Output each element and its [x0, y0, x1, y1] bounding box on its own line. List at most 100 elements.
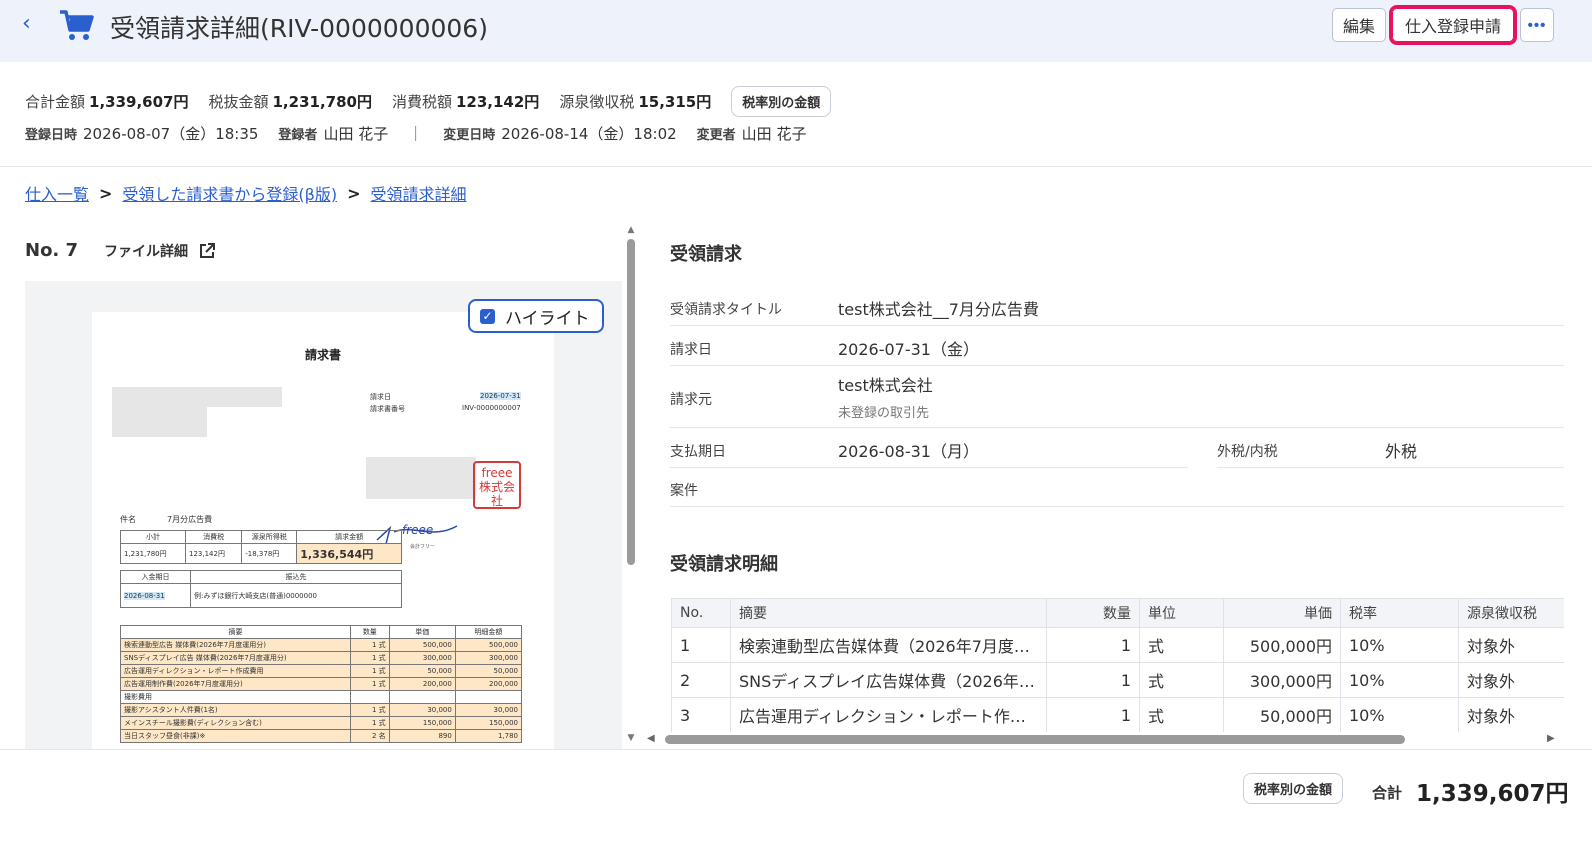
- invoice-details-section-title: 受領請求明細: [670, 554, 778, 575]
- pretax-amount-label: 税抜金額: [208, 93, 269, 111]
- doc-totals-header: 小計: [119, 530, 187, 544]
- breadcrumb-purchase-list[interactable]: 仕入一覧: [25, 181, 89, 205]
- purchase-registration-request-button[interactable]: 仕入登録申請: [1389, 5, 1517, 45]
- file-detail-link[interactable]: ファイル詳細: [104, 241, 216, 261]
- doc-item-cell: [454, 690, 523, 704]
- doc-items-header: 摘要: [120, 625, 351, 639]
- doc-number-label: 請求書番号: [370, 405, 405, 413]
- invoice-date-label: 請求日: [670, 342, 712, 358]
- doc-item-cell: 広告運用制作費(2026年7月度運用分): [120, 677, 351, 691]
- tax-amount-label: 消費税額: [391, 93, 452, 111]
- table-cell: 1: [1046, 697, 1140, 732]
- tax-mode-label: 外税/内税: [1217, 444, 1278, 460]
- table-cell: 2: [671, 662, 731, 698]
- doc-item-cell: 当日スタッフ昼食(非課)※: [120, 729, 351, 743]
- vendor-value: test株式会社: [838, 376, 933, 395]
- creator-label: 登録者: [278, 128, 318, 143]
- more-options-button[interactable]: •••: [1520, 8, 1554, 42]
- project-label: 案件: [670, 483, 698, 499]
- breadcrumb-received-invoice-detail[interactable]: 受領請求詳細: [371, 181, 467, 205]
- vendor-unregistered-note: 未登録の取引先: [838, 406, 930, 421]
- doc-items-header: 明細金額: [454, 625, 523, 639]
- table-cell: 3: [671, 697, 731, 732]
- doc-item-cell: 30,000: [388, 703, 456, 717]
- details-horizontal-scrollbar[interactable]: ◀ ▶: [645, 733, 1565, 747]
- scroll-down-arrow-icon[interactable]: ▼: [625, 733, 637, 743]
- table-cell: 広告運用ディレクション・レポート作成費用: [730, 697, 1047, 732]
- field-row-project: 案件: [670, 468, 1564, 507]
- back-chevron-icon[interactable]: ‹: [22, 13, 44, 35]
- table-row[interactable]: 1 検索連動型広告媒体費（2026年7月度運用分） 1 式 500,000円 10% 対象外: [671, 627, 1564, 663]
- table-cell: 10%: [1340, 697, 1459, 732]
- table-cell: 対象外: [1458, 627, 1564, 663]
- breadcrumb-register-from-invoice[interactable]: 受領した請求書から登録(β版): [122, 181, 337, 205]
- checkbox-checked-icon[interactable]: ✓: [480, 308, 495, 324]
- preview-vertical-scrollbar[interactable]: ▲ ▼: [625, 225, 637, 745]
- field-row-title: 受領請求タイトル test株式会社__7月分広告費: [670, 290, 1564, 326]
- created-at-label: 登録日時: [25, 128, 78, 143]
- signature-sub-text: 会計フリー: [410, 543, 435, 550]
- scrollbar-thumb[interactable]: [665, 735, 1405, 744]
- company-seal-stamp: freee 株式会社: [473, 461, 521, 509]
- tax-mode-value: 外税: [1385, 442, 1418, 461]
- table-row[interactable]: 3 広告運用ディレクション・レポート作成費用 1 式 50,000円 10% 対象外: [671, 697, 1564, 732]
- col-header-unit: 単位: [1139, 598, 1224, 628]
- highlight-toggle[interactable]: ✓ ハイライト: [468, 299, 604, 333]
- updater-value: 山田 花子: [741, 125, 807, 143]
- details-header-row: No. 摘要 数量 単位 単価 税率 源泉徴収税: [671, 598, 1564, 628]
- scroll-left-arrow-icon[interactable]: ◀: [647, 733, 655, 744]
- page-title: 受領請求詳細(RIV-0000000006): [110, 14, 488, 43]
- doc-item-cell: [350, 690, 390, 704]
- doc-item-cell: 広告運用ディレクション・レポート作成費用: [120, 664, 351, 678]
- table-cell: 300,000円: [1223, 662, 1341, 698]
- doc-item-cell: 撮影費用: [120, 690, 351, 704]
- table-cell: 式: [1139, 662, 1224, 698]
- meta-separator: ｜: [408, 125, 424, 143]
- doc-item-cell: 30,000: [454, 703, 523, 717]
- doc-totals-header: 消費税: [185, 530, 243, 544]
- table-cell: 検索連動型広告媒体費（2026年7月度運用分）: [730, 627, 1047, 663]
- footer-divider: [0, 749, 1592, 750]
- doc-payment-header: 入金期日: [120, 570, 191, 584]
- redacted-block: [112, 387, 282, 407]
- scroll-up-arrow-icon[interactable]: ▲: [625, 225, 637, 235]
- highlight-label: ハイライト: [505, 308, 590, 329]
- due-date-label: 支払期日: [670, 444, 726, 460]
- updated-at-value: 2026-08-14（金）18:02: [501, 125, 677, 143]
- invoice-document: 請求書 請求日 2026-07-31 請求書番号 INV-0000000007 …: [92, 312, 554, 749]
- amount-by-tax-rate-button[interactable]: 税率別の金額: [731, 86, 832, 117]
- doc-item-row: 広告運用制作費(2026年7月度運用分) 1 式 200,000 200,000: [120, 677, 523, 691]
- doc-item-cell: [388, 690, 456, 704]
- doc-item-cell: 200,000: [388, 677, 456, 691]
- doc-items-header: 単価: [388, 625, 456, 639]
- doc-item-row: 広告運用ディレクション・レポート作成費用 1 式 50,000 50,000: [120, 664, 523, 678]
- doc-subject-label: 件名: [120, 515, 136, 524]
- chevron-right-icon: >: [99, 183, 113, 203]
- doc-item-row: 撮影費用: [120, 690, 523, 704]
- edit-button[interactable]: 編集: [1332, 8, 1386, 42]
- doc-item-cell: 1,780: [454, 729, 523, 743]
- table-cell: 1: [1046, 662, 1140, 698]
- created-at-value: 2026-08-07（金）18:35: [83, 125, 259, 143]
- col-header-tax-rate: 税率: [1340, 598, 1459, 628]
- table-row[interactable]: 2SNSディスプレイ広告媒体費（2026年7月度運用分）1式300,000円10…: [671, 662, 1564, 698]
- col-header-description: 摘要: [730, 598, 1047, 628]
- doc-item-cell: 500,000: [388, 638, 456, 652]
- doc-totals-header: 請求金額: [296, 530, 402, 544]
- scroll-right-arrow-icon[interactable]: ▶: [1547, 733, 1555, 744]
- doc-item-row: SNSディスプレイ広告 媒体費(2026年7月度運用分) 1 式 300,000 30…: [120, 651, 523, 665]
- doc-item-cell: 150,000: [454, 716, 523, 730]
- table-cell: 10%: [1340, 627, 1459, 663]
- table-cell: 50,000円: [1223, 697, 1341, 732]
- doc-item-cell: 1 式: [350, 703, 390, 717]
- doc-payment-header: 振込先: [190, 570, 402, 584]
- total-amount-label: 合計金額: [25, 93, 86, 111]
- scrollbar-thumb[interactable]: [627, 239, 635, 565]
- footer-amount-by-tax-rate-button[interactable]: 税率別の金額: [1243, 773, 1344, 804]
- footer-total-value: 1,339,607円: [1416, 781, 1569, 807]
- doc-item-cell: 1 式: [350, 638, 390, 652]
- creator-value: 山田 花子: [323, 125, 389, 143]
- pretax-amount-value: 1,231,780円: [272, 93, 372, 111]
- doc-item-cell: SNSディスプレイ広告 媒体費(2026年7月度運用分): [120, 651, 351, 665]
- doc-item-cell: 890: [388, 729, 456, 743]
